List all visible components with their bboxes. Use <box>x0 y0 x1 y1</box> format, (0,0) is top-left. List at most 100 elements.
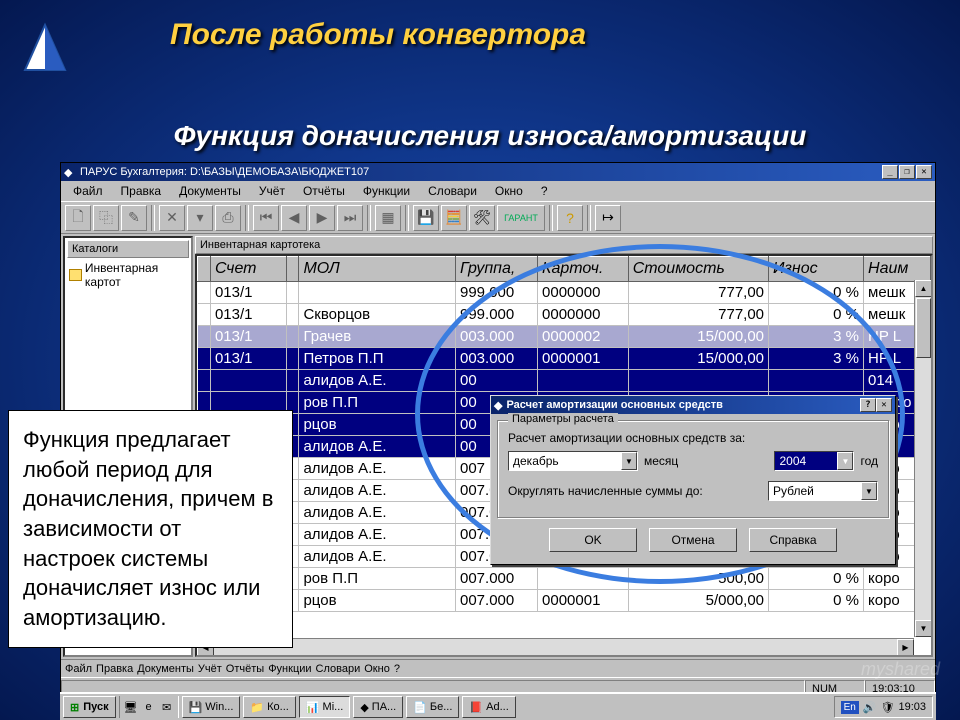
tool-edit-icon[interactable]: ✎ <box>121 205 147 231</box>
task-item[interactable]: 📁Ко... <box>243 696 295 718</box>
inner-menu-functions[interactable]: Функции <box>268 663 311 675</box>
table-row[interactable]: ров П.П007.000500,000 %коро <box>198 568 931 590</box>
sidebar-item-inventory[interactable]: Инвентарная картот <box>67 260 189 290</box>
help-button[interactable]: Справка <box>749 528 837 552</box>
cancel-button[interactable]: Отмена <box>649 528 737 552</box>
fieldset-legend: Параметры расчета <box>508 413 618 425</box>
dialog-icon: ◆ <box>494 399 502 412</box>
window-titlebar: ◆ ПАРУС Бухгалтерия: D:\БАЗЫ\ДЕМОБАЗА\БЮ… <box>61 163 935 181</box>
tool-print-icon[interactable]: ⎙ <box>215 205 241 231</box>
scroll-thumb[interactable] <box>916 298 931 358</box>
menu-reports[interactable]: Отчёты <box>295 182 353 200</box>
task-item[interactable]: 📕Ad... <box>462 696 515 718</box>
menu-functions[interactable]: Функции <box>355 182 418 200</box>
column-header[interactable]: Карточ. <box>538 257 629 282</box>
tool-first-icon[interactable]: ⏮ <box>253 205 279 231</box>
round-label: Округлять начисленные суммы до: <box>508 484 703 498</box>
slide-logo <box>20 20 70 80</box>
tool-last-icon[interactable]: ⏭ <box>337 205 363 231</box>
inner-menu-accounting[interactable]: Учёт <box>198 663 222 675</box>
ql-outlook-icon[interactable]: ✉ <box>159 699 175 715</box>
task-item[interactable]: ◆ПА... <box>353 696 403 718</box>
round-select[interactable]: Рублей ▼ <box>768 481 878 501</box>
table-row[interactable]: алидов А.Е.00014 <box>198 370 931 392</box>
menu-dictionaries[interactable]: Словари <box>420 182 485 200</box>
scroll-down-icon[interactable]: ▼ <box>915 620 932 637</box>
chevron-down-icon[interactable]: ▼ <box>837 452 853 470</box>
menu-help[interactable]: ? <box>533 182 556 200</box>
inner-menu-documents[interactable]: Документы <box>137 663 194 675</box>
table-row[interactable]: 013/1Петров П.П003.000000000115/000,003 … <box>198 348 931 370</box>
inner-menu-edit[interactable]: Правка <box>96 663 133 675</box>
month-value: декабрь <box>509 454 621 468</box>
inner-menu-window[interactable]: Окно <box>364 663 390 675</box>
toolbar: 🗋 ⿻ ✎ ✕ ▾ ⎙ ⏮ ◀ ▶ ⏭ ▦ 💾 🧮 🛠 ГАРАНТ ? ↦ <box>61 201 935 233</box>
close-button[interactable]: ✕ <box>916 165 932 179</box>
inner-menu-help[interactable]: ? <box>394 663 400 675</box>
scroll-right-icon[interactable]: ▶ <box>897 639 914 656</box>
task-item[interactable]: 💾Win... <box>182 696 241 718</box>
table-row[interactable]: 013/1Скворцов999.0000000000777,000 %мешк <box>198 304 931 326</box>
dialog-close-button[interactable]: ✕ <box>876 398 892 412</box>
table-row[interactable]: рцов007.00000000015/000,000 %коро <box>198 590 931 612</box>
tool-save-icon[interactable]: 💾 <box>413 205 439 231</box>
start-button[interactable]: ⊞ Пуск <box>63 696 116 718</box>
tool-tools-icon[interactable]: 🛠 <box>469 205 495 231</box>
ql-ie-icon[interactable]: e <box>141 699 157 715</box>
task-item[interactable]: 📊Mi... <box>299 696 350 718</box>
taskbar: ⊞ Пуск 🖥 e ✉ 💾Win... 📁Ко... 📊Mi... ◆ПА..… <box>60 692 936 720</box>
year-select[interactable]: 2004 ▼ <box>774 451 854 471</box>
column-header[interactable]: Стоимость <box>628 257 768 282</box>
inner-menubar: Файл Правка Документы Учёт Отчёты Функци… <box>61 659 935 677</box>
tool-calendar-icon[interactable]: ▦ <box>375 205 401 231</box>
tool-delete-icon[interactable]: ✕ <box>159 205 185 231</box>
chevron-down-icon[interactable]: ▼ <box>861 482 877 500</box>
tool-garant-icon[interactable]: ГАРАНТ <box>497 205 545 231</box>
dialog-help-button[interactable]: ? <box>860 398 876 412</box>
menu-documents[interactable]: Документы <box>171 182 249 200</box>
ql-desktop-icon[interactable]: 🖥 <box>123 699 139 715</box>
task-item[interactable]: 📄Бе... <box>406 696 459 718</box>
menu-file[interactable]: Файл <box>65 182 111 200</box>
tray-lang-indicator[interactable]: En <box>841 701 859 714</box>
tool-new-icon[interactable]: 🗋 <box>65 205 91 231</box>
round-value: Рублей <box>769 484 861 498</box>
chevron-down-icon[interactable]: ▼ <box>621 452 637 470</box>
tool-calc-icon[interactable]: 🧮 <box>441 205 467 231</box>
tool-exit-icon[interactable]: ↦ <box>595 205 621 231</box>
menu-edit[interactable]: Правка <box>113 182 170 200</box>
tool-help-icon[interactable]: ? <box>557 205 583 231</box>
column-header[interactable]: МОЛ <box>299 257 456 282</box>
tray-icon[interactable]: 🛡 <box>881 701 895 714</box>
scroll-up-icon[interactable]: ▲ <box>915 280 932 297</box>
sidebar-item-label: Инвентарная картот <box>85 261 187 289</box>
menu-accounting[interactable]: Учёт <box>251 182 293 200</box>
inner-menu-dictionaries[interactable]: Словари <box>316 663 361 675</box>
horizontal-scrollbar[interactable]: ◀ ▶ <box>197 638 914 655</box>
tray-icon[interactable]: 🔊 <box>863 701 877 714</box>
calc-for-label: Расчет амортизации основных средств за: <box>508 431 878 445</box>
callout-text: Функция предлагает любой период для дона… <box>8 410 293 648</box>
vertical-scrollbar[interactable]: ▲ ▼ <box>914 280 931 637</box>
year-label: год <box>860 454 878 468</box>
system-tray: En 🔊 🛡 19:03 <box>834 696 933 718</box>
tool-copy-icon[interactable]: ⿻ <box>93 205 119 231</box>
column-header[interactable]: Счет <box>210 257 286 282</box>
tool-filter-icon[interactable]: ▾ <box>187 205 213 231</box>
column-header[interactable] <box>198 257 211 282</box>
tool-next-icon[interactable]: ▶ <box>309 205 335 231</box>
menu-window[interactable]: Окно <box>487 182 531 200</box>
inner-menu-file[interactable]: Файл <box>65 663 92 675</box>
column-header[interactable]: Наим <box>864 257 931 282</box>
tool-prev-icon[interactable]: ◀ <box>281 205 307 231</box>
month-select[interactable]: декабрь ▼ <box>508 451 638 471</box>
ok-button[interactable]: OK <box>549 528 637 552</box>
column-header[interactable]: Износ <box>769 257 864 282</box>
maximize-button[interactable]: ❐ <box>899 165 915 179</box>
table-row[interactable]: 013/1Грачев003.000000000215/000,003 %HP … <box>198 326 931 348</box>
column-header[interactable]: Группа, <box>456 257 538 282</box>
inner-menu-reports[interactable]: Отчёты <box>226 663 264 675</box>
minimize-button[interactable]: _ <box>882 165 898 179</box>
column-header[interactable] <box>286 257 299 282</box>
table-row[interactable]: 013/1999.0000000000777,000 %мешк <box>198 282 931 304</box>
